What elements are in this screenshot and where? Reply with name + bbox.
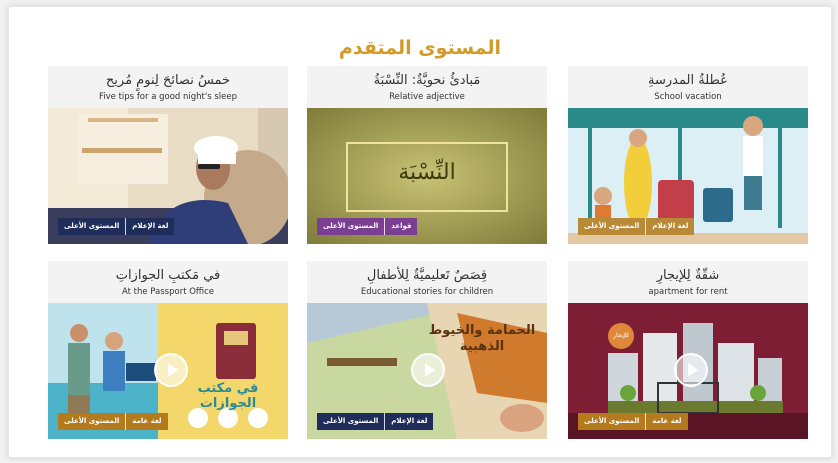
card-header: مَبادئُ نحويَّةٌ: النِّسْبَةُ Relative a…	[307, 66, 547, 108]
content-panel: المستوى المتقدم خمسُ نصائحَ لِنومٍ مُريح…	[8, 6, 832, 458]
section-title: المستوى المتقدم	[338, 37, 502, 59]
lesson-card-apartment-for-rent[interactable]: شقّةٌ لِلإيجارِ apartment for rent للإيج…	[568, 261, 808, 439]
thumbnail-text: الحمامة والخيوط الذهبية	[428, 323, 536, 354]
card-header: قِصَصٌ تَعليميَّةٌ لِلأطفالِ Educational…	[307, 261, 547, 303]
lesson-card-school-vacation[interactable]: عُطلةُ المدرسةِ School vacation المستوى …	[568, 66, 808, 244]
card-header: شقّةٌ لِلإيجارِ apartment for rent	[568, 261, 808, 303]
card-title-english[interactable]: School vacation	[568, 91, 808, 103]
card-title-arabic[interactable]: في مَكتبِ الجوازاتِ	[48, 261, 288, 284]
card-thumbnail[interactable]: النِّسْبَة المستوى الأعلى قواعد	[307, 108, 547, 244]
category-tag[interactable]: قواعد	[384, 218, 417, 235]
card-header: في مَكتبِ الجوازاتِ At the Passport Offi…	[48, 261, 288, 303]
thumbnail-text: في مكتب الجوازات	[197, 381, 259, 411]
category-tag[interactable]: لغة الإعلام	[384, 413, 433, 430]
thumbnail-text: النِّسْبَة	[398, 160, 456, 185]
card-header: خمسُ نصائحَ لِنومٍ مُريح Five tips for a…	[48, 66, 288, 108]
level-tag[interactable]: المستوى الأعلى	[578, 413, 645, 430]
level-tag[interactable]: المستوى الأعلى	[58, 218, 125, 235]
lesson-card-sleep-tips[interactable]: خمسُ نصائحَ لِنومٍ مُريح Five tips for a…	[48, 66, 288, 244]
card-title-english[interactable]: At the Passport Office	[48, 286, 288, 298]
card-title-arabic[interactable]: عُطلةُ المدرسةِ	[568, 66, 808, 89]
category-tag[interactable]: لغة الإعلام	[125, 218, 174, 235]
card-tags: المستوى الأعلى لغة عامة	[58, 413, 168, 430]
card-thumbnail[interactable]: الحمامة والخيوط الذهبية المستوى الأعلى ل…	[307, 303, 547, 439]
card-thumbnail[interactable]: المستوى الأعلى لغة الإعلام	[568, 108, 808, 244]
play-icon[interactable]	[154, 353, 188, 387]
lesson-card-passport-office[interactable]: في مَكتبِ الجوازاتِ At the Passport Offi…	[48, 261, 288, 439]
card-tags: المستوى الأعلى لغة عامة	[578, 413, 688, 430]
card-thumbnail[interactable]: المستوى الأعلى لغة الإعلام	[48, 108, 288, 244]
play-icon[interactable]	[674, 353, 708, 387]
category-tag[interactable]: لغة عامة	[645, 413, 687, 430]
card-title-english[interactable]: apartment for rent	[568, 286, 808, 298]
category-tag[interactable]: لغة الإعلام	[645, 218, 694, 235]
lesson-card-relative-adjective[interactable]: مَبادئُ نحويَّةٌ: النِّسْبَةُ Relative a…	[307, 66, 547, 244]
card-title-arabic[interactable]: مَبادئُ نحويَّةٌ: النِّسْبَةُ	[307, 66, 547, 89]
card-tags: المستوى الأعلى لغة الإعلام	[578, 218, 695, 235]
card-thumbnail[interactable]: للإيجار المستوى الأعلى لغة عامة	[568, 303, 808, 439]
thumbnail-text: للإيجار	[608, 323, 634, 349]
card-thumbnail[interactable]: في مكتب الجوازات المستوى الأعلى لغة عامة	[48, 303, 288, 439]
level-tag[interactable]: المستوى الأعلى	[317, 413, 384, 430]
card-tags: المستوى الأعلى لغة الإعلام	[317, 413, 434, 430]
card-tags: المستوى الأعلى لغة الإعلام	[58, 218, 175, 235]
lesson-card-educational-stories[interactable]: قِصَصٌ تَعليميَّةٌ لِلأطفالِ Educational…	[307, 261, 547, 439]
card-title-arabic[interactable]: شقّةٌ لِلإيجارِ	[568, 261, 808, 284]
category-tag[interactable]: لغة عامة	[125, 413, 167, 430]
card-header: عُطلةُ المدرسةِ School vacation	[568, 66, 808, 108]
card-title-arabic[interactable]: قِصَصٌ تَعليميَّةٌ لِلأطفالِ	[307, 261, 547, 284]
card-title-english[interactable]: Educational stories for children	[307, 286, 547, 298]
card-title-english[interactable]: Relative adjective	[307, 91, 547, 103]
level-tag[interactable]: المستوى الأعلى	[58, 413, 125, 430]
level-tag[interactable]: المستوى الأعلى	[578, 218, 645, 235]
card-title-english[interactable]: Five tips for a good night's sleep	[48, 91, 288, 103]
level-tag[interactable]: المستوى الأعلى	[317, 218, 384, 235]
play-icon[interactable]	[411, 353, 445, 387]
card-title-arabic[interactable]: خمسُ نصائحَ لِنومٍ مُريح	[48, 66, 288, 89]
card-tags: المستوى الأعلى قواعد	[317, 218, 418, 235]
